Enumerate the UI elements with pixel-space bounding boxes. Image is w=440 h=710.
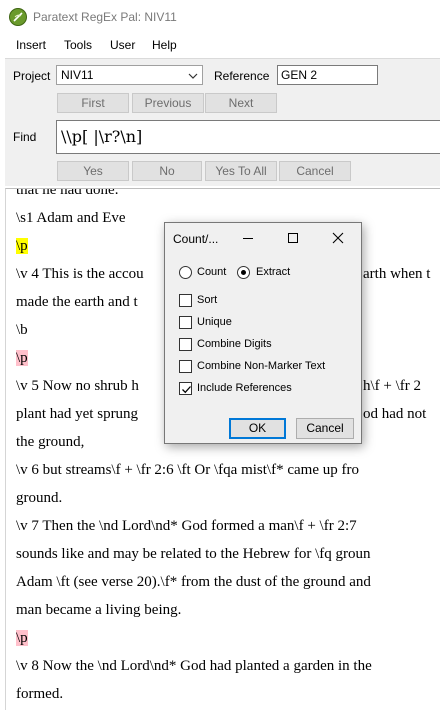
next-button[interactable]: Next: [205, 93, 277, 113]
project-label: Project: [13, 69, 51, 83]
include-references-checkbox[interactable]: [179, 382, 192, 395]
previous-button[interactable]: Previous: [132, 93, 204, 113]
combine-digits-checkbox[interactable]: [179, 338, 192, 351]
count-extract-dialog: Count/... Count Extract Sort Unique Comb…: [164, 222, 362, 444]
doc-line: \v 5 Now no shrub h: [16, 378, 139, 394]
chevron-down-icon: [188, 73, 198, 79]
doc-line: \p: [16, 348, 28, 368]
count-radio-label[interactable]: Count: [197, 266, 226, 278]
yes-to-all-button[interactable]: Yes To All: [205, 161, 277, 181]
dialog-cancel-button[interactable]: Cancel: [296, 418, 354, 439]
doc-line: man became a living being.: [16, 602, 182, 618]
reference-label: Reference: [214, 69, 270, 83]
find-value: \\p[ |\r?\n]: [61, 127, 143, 146]
doc-line: Adam \ft (see verse 20).\f* from the dus…: [16, 574, 371, 590]
maximize-icon[interactable]: [284, 229, 302, 247]
combine-non-marker-text-checkbox[interactable]: [179, 360, 192, 373]
sort-checkbox[interactable]: [179, 294, 192, 307]
first-button[interactable]: First: [57, 93, 129, 113]
extract-radio-label[interactable]: Extract: [256, 266, 290, 278]
combine-non-marker-text-label[interactable]: Combine Non-Marker Text: [197, 360, 325, 372]
extract-radio[interactable]: [237, 266, 250, 279]
minimize-icon[interactable]: [239, 229, 257, 247]
menu-help[interactable]: Help: [152, 38, 177, 52]
menu-bar: Insert Tools User Help: [0, 34, 440, 56]
doc-line: sounds like and may be related to the He…: [16, 546, 371, 562]
doc-line-fragment: arth when t: [363, 266, 431, 282]
find-label: Find: [13, 130, 37, 144]
checkmark-icon: [182, 386, 191, 394]
menu-tools[interactable]: Tools: [64, 38, 92, 52]
doc-line: the ground,: [16, 434, 85, 450]
no-button[interactable]: No: [132, 161, 202, 181]
dialog-title: Count/...: [173, 232, 219, 246]
close-icon[interactable]: [329, 229, 347, 247]
doc-line: \v 8 Now the \nd Lord\nd* God had plante…: [16, 658, 372, 674]
combine-digits-label[interactable]: Combine Digits: [197, 338, 272, 350]
ok-button[interactable]: OK: [229, 418, 286, 439]
doc-line: \s1 Adam and Eve: [16, 210, 126, 226]
doc-line: made the earth and t: [16, 294, 138, 310]
doc-line-fragment: od had not: [363, 406, 427, 422]
doc-line: that he had done.: [16, 188, 119, 198]
doc-line: \v 7 Then the \nd Lord\nd* God formed a …: [16, 518, 357, 534]
doc-line: \p: [16, 628, 28, 648]
match-highlight: \p: [16, 630, 28, 646]
sort-label[interactable]: Sort: [197, 294, 217, 306]
search-panel: Project NIV11 Reference GEN 2 First Prev…: [5, 58, 440, 186]
reference-input[interactable]: GEN 2: [277, 65, 378, 85]
doc-line-fragment: h\f + \fr 2: [363, 378, 422, 394]
doc-line: ground.: [16, 490, 63, 506]
count-radio[interactable]: [179, 266, 192, 279]
title-bar: Paratext RegEx Pal: NIV11: [0, 0, 440, 34]
radio-selected-dot: [241, 270, 246, 275]
match-highlight: \p: [16, 350, 28, 366]
doc-line: formed.: [16, 686, 64, 702]
doc-line: \v 4 This is the accou: [16, 266, 144, 282]
unique-label[interactable]: Unique: [197, 316, 232, 328]
project-select[interactable]: NIV11: [56, 65, 203, 85]
doc-line: \b: [16, 322, 28, 338]
reference-value: GEN 2: [281, 68, 318, 82]
cancel-button[interactable]: Cancel: [279, 161, 351, 181]
yes-button[interactable]: Yes: [57, 161, 129, 181]
project-value: NIV11: [61, 68, 94, 82]
doc-line: \p: [16, 236, 28, 256]
app-logo-icon: [9, 8, 27, 26]
menu-insert[interactable]: Insert: [16, 38, 46, 52]
match-highlight-current: \p: [16, 238, 28, 254]
unique-checkbox[interactable]: [179, 316, 192, 329]
menu-user[interactable]: User: [110, 38, 135, 52]
doc-line: \v 6 but streams\f + \fr 2:6 \ft Or \fqa…: [16, 462, 359, 478]
find-input[interactable]: \\p[ |\r?\n]: [56, 120, 440, 154]
include-references-label[interactable]: Include References: [197, 382, 292, 394]
window-title: Paratext RegEx Pal: NIV11: [33, 10, 177, 24]
doc-line: plant had yet sprung: [16, 406, 139, 422]
